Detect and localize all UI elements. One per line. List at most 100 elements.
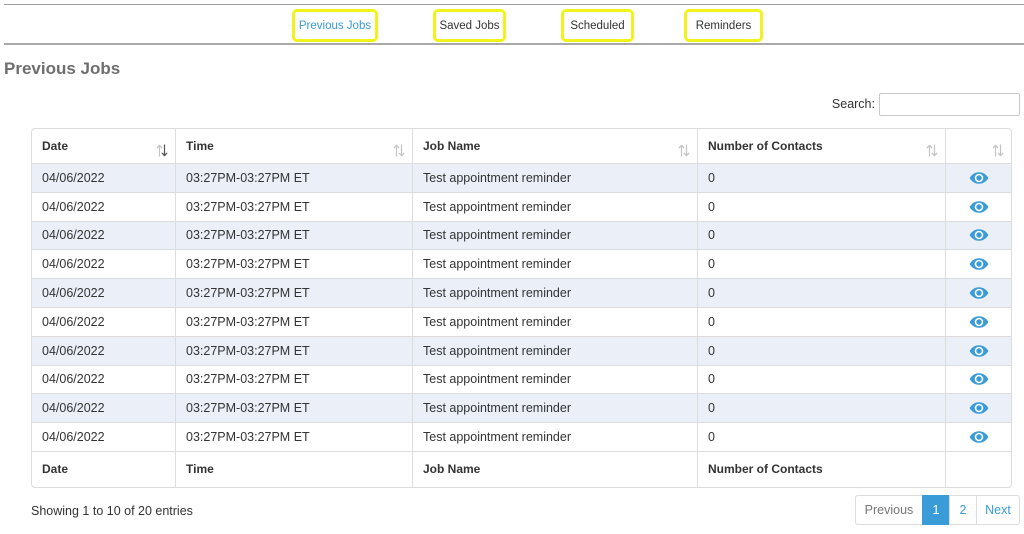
time-cell: 03:27PM-03:27PM ET xyxy=(176,192,413,221)
sort-icon xyxy=(926,144,938,157)
contacts-cell: 0 xyxy=(698,279,946,307)
column-header-label: Time xyxy=(186,139,214,153)
column-header-actions[interactable] xyxy=(946,129,1011,163)
eye-icon xyxy=(969,229,988,242)
column-header-job-name[interactable]: Job Name xyxy=(413,129,698,163)
date-cell: 04/06/2022 xyxy=(32,164,176,192)
column-header-label: Number of Contacts xyxy=(708,139,823,153)
action-cell xyxy=(946,394,1011,422)
time-cell: 03:27PM-03:27PM ET xyxy=(176,394,413,423)
time-cell: 03:27PM-03:27PM ET xyxy=(176,221,413,250)
column-header-time[interactable]: Time xyxy=(176,129,413,163)
action-cell xyxy=(946,366,1011,394)
jobs-tab-bar: Previous Jobs Saved Jobs Scheduled Remin… xyxy=(4,4,1024,45)
job-name-cell: Test appointment reminder xyxy=(413,164,698,192)
job-name-cell: Test appointment reminder xyxy=(413,221,698,250)
eye-icon xyxy=(969,258,988,271)
time-cell: 03:27PM-03:27PM ET xyxy=(176,423,413,451)
view-job-button[interactable] xyxy=(967,225,991,245)
eye-icon xyxy=(969,200,988,213)
time-cell: 03:27PM-03:27PM ET xyxy=(176,336,413,365)
pagination-previous-button[interactable]: Previous xyxy=(855,495,922,525)
table-row: 04/06/2022 03:27PM-03:27PM ET Test appoi… xyxy=(32,221,1011,251)
date-cell: 04/06/2022 xyxy=(32,307,176,336)
tab-previous-jobs[interactable]: Previous Jobs xyxy=(292,9,378,42)
view-job-button[interactable] xyxy=(967,369,991,389)
pagination-next-button[interactable]: Next xyxy=(976,495,1020,525)
sort-icon xyxy=(678,144,690,157)
footer-label-time: Time xyxy=(176,451,413,487)
date-cell: 04/06/2022 xyxy=(32,279,176,307)
job-name-cell: Test appointment reminder xyxy=(413,336,698,365)
date-cell: 04/06/2022 xyxy=(32,250,176,279)
column-header-date[interactable]: Date xyxy=(32,129,176,163)
contacts-cell: 0 xyxy=(698,221,946,250)
table-body: 04/06/2022 03:27PM-03:27PM ET Test appoi… xyxy=(32,164,1011,452)
action-cell xyxy=(946,423,1011,451)
eye-icon xyxy=(969,344,988,357)
table-footer-row: Date Time Job Name Number of Contacts xyxy=(32,451,1011,487)
view-job-button[interactable] xyxy=(967,312,991,332)
contacts-cell: 0 xyxy=(698,365,946,394)
tab-reminders[interactable]: Reminders xyxy=(684,9,763,42)
column-header-label: Job Name xyxy=(423,139,481,153)
table-header-row: Date Time Job Name Number of Contacts xyxy=(32,129,1011,164)
tab-scheduled[interactable]: Scheduled xyxy=(561,9,634,42)
date-cell: 04/06/2022 xyxy=(32,192,176,221)
time-cell: 03:27PM-03:27PM ET xyxy=(176,164,413,192)
eye-icon xyxy=(969,402,988,415)
action-cell xyxy=(946,250,1011,278)
contacts-cell: 0 xyxy=(698,192,946,221)
action-cell xyxy=(946,193,1011,221)
table-row: 04/06/2022 03:27PM-03:27PM ET Test appoi… xyxy=(32,250,1011,280)
footer-label-job-name: Job Name xyxy=(413,451,698,487)
entries-info: Showing 1 to 10 of 20 entries xyxy=(31,504,193,518)
pagination-page-button[interactable]: 2 xyxy=(949,495,976,525)
search-input[interactable] xyxy=(879,93,1020,116)
contacts-cell: 0 xyxy=(698,423,946,451)
job-name-cell: Test appointment reminder xyxy=(413,250,698,279)
view-job-button[interactable] xyxy=(967,168,991,188)
eye-icon xyxy=(969,287,988,299)
footer-label-date: Date xyxy=(32,451,176,487)
footer-empty-cell xyxy=(946,452,1011,487)
page-title: Previous Jobs xyxy=(4,59,121,78)
action-cell xyxy=(946,337,1011,365)
view-job-button[interactable] xyxy=(967,254,991,274)
job-name-cell: Test appointment reminder xyxy=(413,423,698,451)
action-cell xyxy=(946,279,1011,307)
previous-jobs-table: Date Time Job Name Number of Contacts 04… xyxy=(31,128,1012,488)
column-header-number-of-contacts[interactable]: Number of Contacts xyxy=(698,129,946,163)
sort-icon xyxy=(393,144,405,157)
table-row: 04/06/2022 03:27PM-03:27PM ET Test appoi… xyxy=(32,336,1011,366)
contacts-cell: 0 xyxy=(698,307,946,336)
pagination: Previous 1 2 Next xyxy=(855,495,1020,525)
view-job-button[interactable] xyxy=(967,283,991,303)
contacts-cell: 0 xyxy=(698,250,946,279)
time-cell: 03:27PM-03:27PM ET xyxy=(176,250,413,279)
column-header-label: Date xyxy=(42,139,69,153)
contacts-cell: 0 xyxy=(698,164,946,192)
time-cell: 03:27PM-03:27PM ET xyxy=(176,279,413,307)
pagination-page-button[interactable]: 1 xyxy=(922,495,949,525)
table-row: 04/06/2022 03:27PM-03:27PM ET Test appoi… xyxy=(32,279,1011,308)
tab-saved-jobs[interactable]: Saved Jobs xyxy=(433,9,506,42)
table-row: 04/06/2022 03:27PM-03:27PM ET Test appoi… xyxy=(32,192,1011,222)
time-cell: 03:27PM-03:27PM ET xyxy=(176,307,413,336)
date-cell: 04/06/2022 xyxy=(32,221,176,250)
date-cell: 04/06/2022 xyxy=(32,423,176,451)
eye-icon xyxy=(969,316,988,328)
date-cell: 04/06/2022 xyxy=(32,336,176,365)
view-job-button[interactable] xyxy=(967,341,991,361)
eye-icon xyxy=(969,431,988,443)
job-name-cell: Test appointment reminder xyxy=(413,394,698,423)
action-cell xyxy=(946,222,1011,250)
footer-label-number-of-contacts: Number of Contacts xyxy=(698,451,946,487)
view-job-button[interactable] xyxy=(967,427,991,447)
eye-icon xyxy=(969,373,988,386)
table-row: 04/06/2022 03:27PM-03:27PM ET Test appoi… xyxy=(32,394,1011,424)
eye-icon xyxy=(969,172,988,184)
view-job-button[interactable] xyxy=(967,197,991,217)
job-name-cell: Test appointment reminder xyxy=(413,365,698,394)
view-job-button[interactable] xyxy=(967,398,991,418)
